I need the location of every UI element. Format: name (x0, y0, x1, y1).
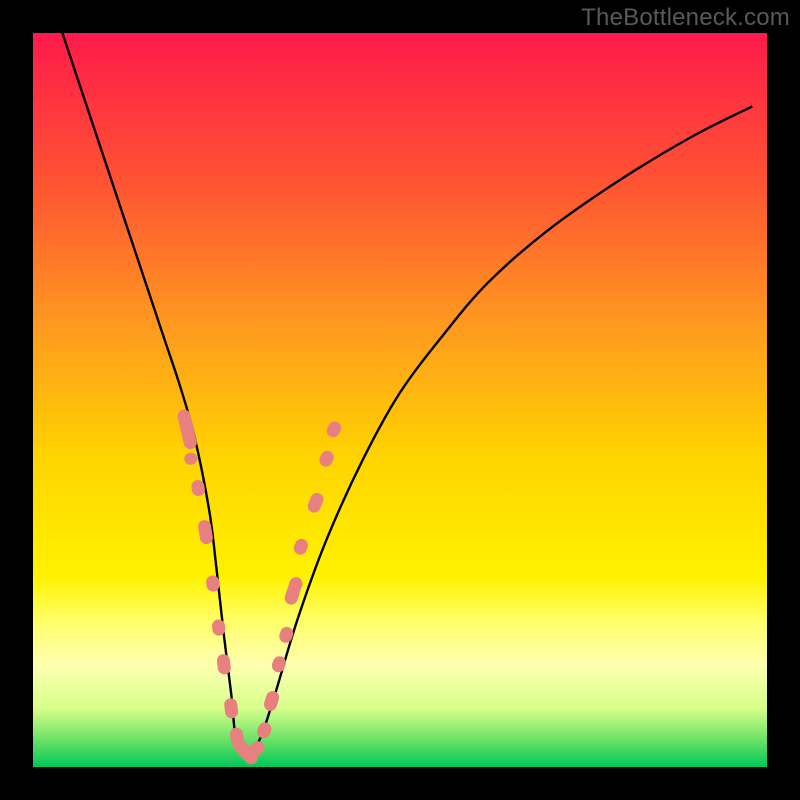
gradient-background (33, 33, 767, 767)
chart-svg (33, 33, 767, 767)
chart-frame: TheBottleneck.com (0, 0, 800, 800)
plot-area (33, 33, 767, 767)
watermark-text: TheBottleneck.com (581, 4, 790, 32)
